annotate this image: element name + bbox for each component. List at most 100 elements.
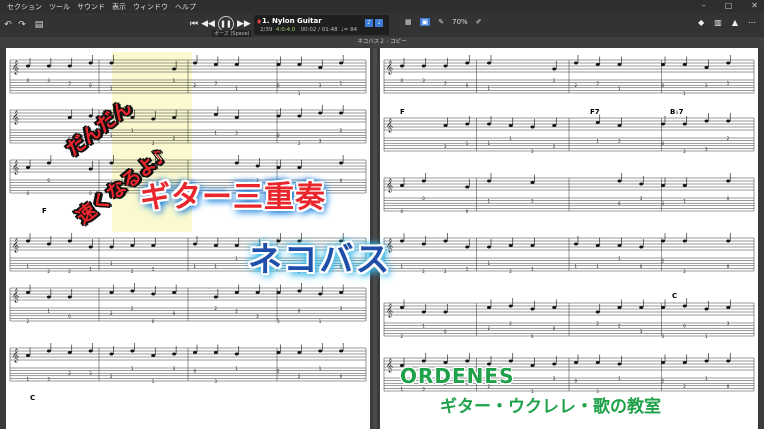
note-head [88, 245, 93, 249]
tab-number: 0 [640, 264, 643, 269]
settings-icon[interactable]: ⋯ [748, 18, 756, 27]
tempo-icon: ♩ [375, 19, 383, 27]
tab-number: 1 [235, 366, 238, 371]
shield-icon[interactable]: ◆ [698, 18, 704, 27]
track-display[interactable]: ♦ 1. Nylon Guitar 2/39 4:0:4.0 00:02 / 0… [254, 15, 389, 35]
document-tab[interactable]: ネコバス２ - コピー [0, 37, 764, 47]
tab-number: 1 [173, 78, 176, 83]
menu-item-help[interactable]: ヘルプ [175, 2, 196, 12]
note-head [726, 119, 731, 123]
redo-icon[interactable]: ↷ [16, 19, 28, 31]
page-view-icon[interactable]: ▦ [405, 18, 412, 26]
note-head [465, 122, 470, 126]
note-head [151, 292, 156, 296]
tab-number: 2 [68, 371, 71, 376]
tab-number: 0 [152, 319, 155, 324]
note-head [297, 351, 302, 354]
note-head [67, 116, 72, 119]
tab-number: 2 [596, 321, 599, 326]
tab-number: 1 [152, 266, 155, 271]
note-head [234, 291, 239, 294]
tab-number: 1 [488, 86, 491, 91]
tab-number: 3 [618, 139, 621, 144]
clef-icon: 𝄞 [386, 303, 393, 317]
note-head [595, 361, 600, 364]
note-head [400, 239, 404, 243]
tab-number: 1 [110, 261, 113, 266]
note-head [213, 63, 218, 66]
clef-icon: 𝄞 [12, 238, 19, 252]
tab-number: 2 [683, 149, 686, 154]
tool-icon[interactable]: ✎ [438, 18, 444, 26]
note-head [255, 164, 260, 168]
menu-item-tools[interactable]: ツール [49, 2, 70, 12]
layout-icon[interactable]: ▣ [419, 18, 431, 26]
go-start-icon[interactable]: ⏮ [190, 19, 198, 29]
close-icon[interactable]: ✕ [751, 1, 758, 10]
clef-icon: 𝄞 [386, 118, 393, 132]
note-head [595, 244, 600, 247]
note-head [617, 244, 622, 247]
note-head [213, 113, 218, 116]
undo-icon[interactable]: ↶ [2, 19, 14, 31]
forward-icon[interactable]: ▶▶ [237, 19, 251, 29]
tab-number: 2 [110, 311, 113, 316]
menu-item-window[interactable]: ウィンドウ [133, 2, 168, 12]
note-head [172, 352, 177, 356]
note-head [318, 111, 323, 115]
note-head [639, 182, 644, 186]
zoom-value[interactable]: 70% [452, 18, 468, 26]
tab-number: 3 [705, 146, 708, 151]
tab-number: 3 [235, 131, 238, 136]
note-head [172, 67, 177, 71]
note-head [88, 349, 93, 353]
brand-name: ORDENES [400, 364, 515, 388]
tab-number: 1 [488, 141, 491, 146]
tab-number: 3 [596, 81, 599, 86]
tab-number: 0 [727, 384, 730, 389]
note-head [443, 64, 448, 68]
print-icon[interactable]: ▤ [33, 19, 45, 31]
note-head [530, 364, 535, 367]
panel-icon[interactable]: ▥ [714, 18, 722, 27]
maximize-icon[interactable]: □ [725, 1, 733, 10]
tab-number: 0 [401, 78, 404, 83]
view-tools: ▦ ▣ ✎ 70% ✐ [405, 18, 482, 26]
tuning-toggle[interactable]: ♪ ♩ [365, 19, 383, 27]
metronome-icon[interactable]: ▲ [732, 18, 738, 27]
tab-number: 3 [662, 201, 665, 206]
tab-number: 1 [488, 199, 491, 204]
rewind-icon[interactable]: ◀◀ [201, 19, 215, 29]
note-head [88, 61, 93, 65]
tab-number: 2 [131, 306, 134, 311]
note-head [234, 352, 239, 356]
note-head [465, 185, 470, 189]
note-head [682, 63, 687, 66]
note-head [276, 351, 281, 354]
tab-number: 2 [110, 374, 113, 379]
note-head [255, 291, 260, 294]
tab-number: 0 [444, 329, 447, 334]
minimize-icon[interactable]: – [702, 1, 706, 10]
tab-number: 3 [422, 78, 425, 83]
tab-number: 3 [662, 334, 665, 339]
tab-number: 0 [68, 314, 71, 319]
tab-number: 2 [488, 326, 491, 331]
note-head [339, 349, 344, 353]
menu-item-sound[interactable]: サウンド [77, 2, 105, 12]
menu-item-section[interactable]: セクション [7, 2, 42, 12]
note-head [276, 166, 281, 169]
tab-number: 2 [131, 269, 134, 274]
tab-number: 3 [640, 196, 643, 201]
tab-number: 2 [298, 141, 301, 146]
note-head [46, 242, 51, 246]
note-head [318, 66, 323, 69]
menu-bar: セクション ツール サウンド 表示 ウィンドウ ヘルプ – □ ✕ [0, 0, 764, 13]
menu-item-view[interactable]: 表示 [112, 2, 126, 12]
pen-icon[interactable]: ✐ [476, 18, 482, 26]
note-head [276, 291, 281, 294]
tab-number: 1 [214, 131, 217, 136]
tab-number: 1 [422, 324, 425, 329]
tab-number: 0 [277, 83, 280, 88]
tab-number: 0 [194, 369, 197, 374]
